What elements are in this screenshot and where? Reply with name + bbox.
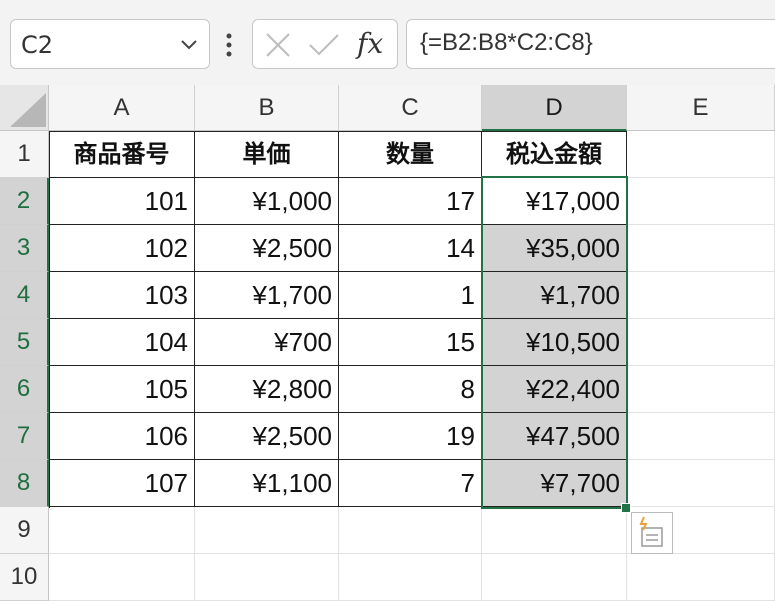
cell-a6[interactable]: 105	[49, 366, 195, 413]
spreadsheet-grid: A B C D E 1 2 3 4 5 6 7 8 9 10 商品番号 単価 数…	[0, 85, 775, 601]
cell-d1[interactable]: 税込金額	[482, 131, 627, 178]
cell-c1[interactable]: 数量	[339, 131, 482, 178]
cell-e7[interactable]	[627, 413, 775, 460]
row-header-6[interactable]: 6	[0, 366, 49, 413]
cell-b1[interactable]: 単価	[195, 131, 339, 178]
cell-e6[interactable]	[627, 366, 775, 413]
cell-e2[interactable]	[627, 178, 775, 225]
cell-b8[interactable]: ¥1,100	[195, 460, 339, 507]
column-header-a[interactable]: A	[49, 85, 195, 131]
name-box-value: C2	[21, 31, 54, 59]
row-header-10[interactable]: 10	[0, 554, 49, 601]
cell-e8[interactable]	[627, 460, 775, 507]
cell-c10[interactable]	[339, 554, 482, 601]
enter-check-icon[interactable]	[308, 32, 340, 58]
cell-a9[interactable]	[49, 507, 195, 554]
cell-c7[interactable]: 19	[339, 413, 482, 460]
cell-e5[interactable]	[627, 319, 775, 366]
chevron-down-icon[interactable]	[179, 34, 199, 54]
cell-b5[interactable]: ¥700	[195, 319, 339, 366]
formula-bar: C2 fx {=B2:B8*C2:C8}	[0, 0, 775, 85]
fill-handle[interactable]	[621, 503, 631, 513]
cell-c2[interactable]: 17	[339, 178, 482, 225]
select-all-triangle-icon	[10, 93, 46, 127]
cell-c3[interactable]: 14	[339, 225, 482, 272]
cell-c8[interactable]: 7	[339, 460, 482, 507]
row-header-4[interactable]: 4	[0, 272, 49, 319]
cell-d6[interactable]: ¥22,400	[482, 366, 627, 413]
cell-d2[interactable]: ¥17,000	[482, 178, 627, 225]
cell-c5[interactable]: 15	[339, 319, 482, 366]
cell-b9[interactable]	[195, 507, 339, 554]
row-header-2[interactable]: 2	[0, 178, 49, 225]
cell-d10[interactable]	[482, 554, 627, 601]
cell-d7[interactable]: ¥47,500	[482, 413, 627, 460]
row-header-1[interactable]: 1	[0, 131, 49, 178]
more-options-icon[interactable]	[224, 32, 234, 58]
cell-a8[interactable]: 107	[49, 460, 195, 507]
cell-e1[interactable]	[627, 131, 775, 178]
cell-d3[interactable]: ¥35,000	[482, 225, 627, 272]
cell-a4[interactable]: 103	[49, 272, 195, 319]
quick-analysis-button[interactable]	[631, 512, 673, 554]
cell-a3[interactable]: 102	[49, 225, 195, 272]
name-box[interactable]: C2	[10, 19, 210, 69]
cell-a10[interactable]	[49, 554, 195, 601]
cell-e10[interactable]	[627, 554, 775, 601]
cell-a7[interactable]: 106	[49, 413, 195, 460]
row-header-7[interactable]: 7	[0, 413, 49, 460]
quick-analysis-icon	[639, 516, 663, 547]
formula-buttons: fx	[252, 19, 398, 69]
cell-a2[interactable]: 101	[49, 178, 195, 225]
row-header-5[interactable]: 5	[0, 319, 49, 366]
formula-input[interactable]: {=B2:B8*C2:C8}	[406, 19, 775, 69]
cell-a1[interactable]: 商品番号	[49, 131, 195, 178]
cell-c6[interactable]: 8	[339, 366, 482, 413]
column-header-e[interactable]: E	[627, 85, 775, 131]
select-all-button[interactable]	[0, 85, 49, 131]
cell-c9[interactable]	[339, 507, 482, 554]
cell-b6[interactable]: ¥2,800	[195, 366, 339, 413]
column-header-c[interactable]: C	[339, 85, 482, 131]
cell-d8[interactable]: ¥7,700	[482, 460, 627, 507]
column-header-d[interactable]: D	[482, 85, 627, 131]
cell-e3[interactable]	[627, 225, 775, 272]
column-header-b[interactable]: B	[195, 85, 339, 131]
cell-c4[interactable]: 1	[339, 272, 482, 319]
cell-b7[interactable]: ¥2,500	[195, 413, 339, 460]
cancel-icon[interactable]	[265, 32, 291, 58]
insert-function-icon[interactable]: fx	[357, 27, 383, 60]
cell-d4[interactable]: ¥1,700	[482, 272, 627, 319]
cell-d5[interactable]: ¥10,500	[482, 319, 627, 366]
cell-e4[interactable]	[627, 272, 775, 319]
cell-b4[interactable]: ¥1,700	[195, 272, 339, 319]
cell-b2[interactable]: ¥1,000	[195, 178, 339, 225]
cell-d9[interactable]	[482, 507, 627, 554]
cell-b3[interactable]: ¥2,500	[195, 225, 339, 272]
row-header-9[interactable]: 9	[0, 507, 49, 554]
row-header-8[interactable]: 8	[0, 460, 49, 507]
row-header-3[interactable]: 3	[0, 225, 49, 272]
cell-b10[interactable]	[195, 554, 339, 601]
cell-a5[interactable]: 104	[49, 319, 195, 366]
